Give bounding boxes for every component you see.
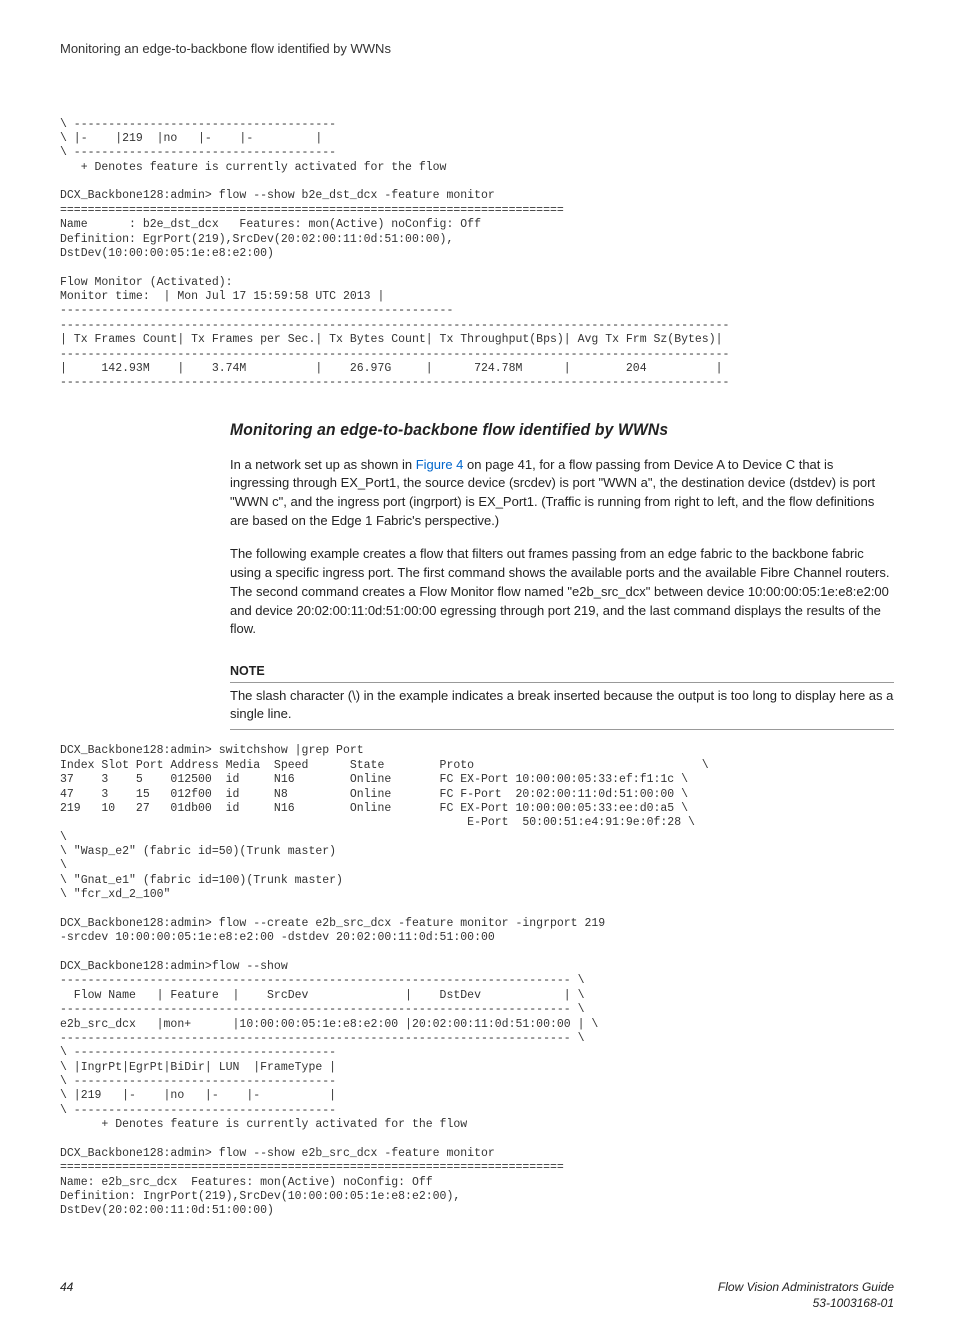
- figure-link[interactable]: Figure 4: [416, 457, 464, 472]
- doc-id: 53-1003168-01: [813, 1296, 894, 1310]
- code-block-top: \ --------------------------------------…: [60, 118, 894, 391]
- section-title: Monitoring an edge-to-backbone flow iden…: [230, 419, 841, 442]
- note-title: NOTE: [230, 663, 894, 683]
- page-footer: 44 Flow Vision Administrators Guide 53-1…: [60, 1279, 894, 1311]
- p1-text-a: In a network set up as shown in: [230, 457, 416, 472]
- note-body: The slash character (\) in the example i…: [230, 687, 894, 730]
- page-number: 44: [60, 1279, 73, 1311]
- doc-title: Flow Vision Administrators Guide: [718, 1280, 894, 1294]
- page-header: Monitoring an edge-to-backbone flow iden…: [60, 40, 894, 58]
- note-block: NOTE The slash character (\) in the exam…: [230, 663, 894, 730]
- paragraph-1: In a network set up as shown in Figure 4…: [230, 456, 894, 531]
- code-block-bottom: DCX_Backbone128:admin> switchshow |grep …: [60, 744, 894, 1218]
- paragraph-2: The following example creates a flow tha…: [230, 545, 894, 639]
